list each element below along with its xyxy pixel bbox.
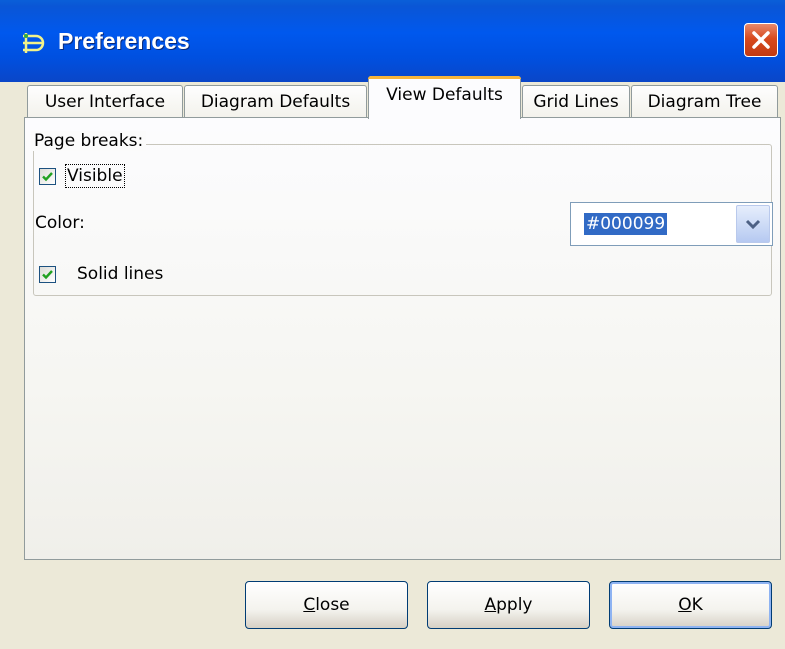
tab-label: Diagram Defaults (200, 92, 351, 112)
tab-grid-lines[interactable]: Grid Lines (522, 85, 630, 117)
color-select[interactable]: #000099 (570, 202, 773, 246)
chevron-down-icon (745, 219, 761, 230)
visible-checkbox[interactable] (39, 168, 56, 185)
diagram-app-icon (20, 30, 46, 56)
solid-lines-checkbox[interactable] (39, 266, 56, 283)
close-mnemonic: C (303, 595, 316, 615)
ok-button[interactable]: OK (609, 581, 772, 629)
color-value[interactable]: #000099 (584, 213, 668, 235)
color-label: Color: (35, 213, 85, 233)
tab-diagram-tree[interactable]: Diagram Tree (631, 85, 778, 117)
preferences-dialog: Preferences User Interface Diagram Defau… (0, 0, 785, 649)
tab-diagram-defaults[interactable]: Diagram Defaults (184, 85, 367, 117)
ok-label-rest: K (691, 595, 703, 615)
window-title: Preferences (58, 28, 190, 54)
checkmark-icon (42, 172, 53, 182)
view-defaults-panel: Page breaks: Visible Color: #000099 Soli… (24, 117, 781, 560)
tab-view-defaults[interactable]: View Defaults (368, 76, 521, 119)
ok-mnemonic: O (678, 595, 692, 615)
title-bar[interactable]: Preferences (0, 0, 785, 82)
close-window-button[interactable] (744, 23, 778, 57)
tab-user-interface[interactable]: User Interface (27, 85, 183, 117)
close-label-rest: lose (315, 595, 350, 615)
close-button[interactable]: Close (245, 581, 408, 629)
apply-mnemonic: A (484, 595, 497, 615)
solid-lines-label[interactable]: Solid lines (77, 264, 163, 284)
apply-button[interactable]: Apply (427, 581, 590, 629)
apply-label-rest: pply (496, 595, 533, 615)
checkmark-icon (42, 270, 53, 280)
tab-label: Grid Lines (533, 92, 619, 112)
color-dropdown-button[interactable] (736, 205, 770, 243)
tab-label: User Interface (44, 92, 166, 112)
page-breaks-legend: Page breaks: (31, 131, 147, 151)
visible-label[interactable]: Visible (65, 164, 125, 188)
close-icon (752, 31, 770, 49)
tab-label: Diagram Tree (647, 92, 762, 112)
tab-label: View Defaults (386, 85, 503, 105)
